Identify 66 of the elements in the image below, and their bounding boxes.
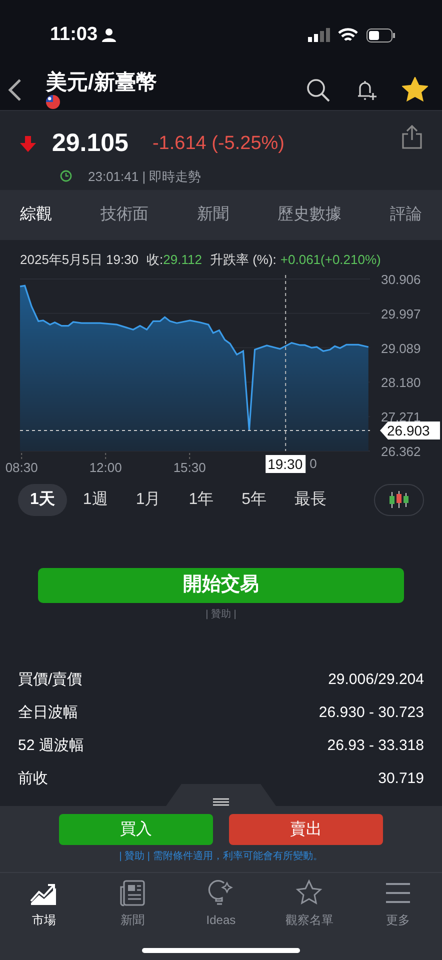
- axis-label: 26.362: [381, 444, 421, 459]
- range-tab[interactable]: 1天: [18, 484, 67, 516]
- tab[interactable]: 技術面: [100, 203, 148, 227]
- tab[interactable]: 歷史數據: [278, 203, 342, 227]
- axis-label: 29.997: [381, 306, 421, 322]
- tab[interactable]: 評論: [390, 203, 422, 227]
- star-icon: [295, 879, 324, 907]
- nav-tab[interactable]: 新聞: [88, 873, 177, 929]
- axis-label: 28.180: [381, 375, 421, 390]
- nav-tab[interactable]: Ideas: [176, 873, 265, 929]
- tab[interactable]: 綜觀: [20, 203, 52, 227]
- change-value: +0.061(+0.210%): [280, 252, 381, 267]
- axis-label: 29.089: [381, 340, 421, 356]
- tab[interactable]: 新聞: [197, 203, 229, 227]
- stat-label: 全日波幅: [18, 703, 78, 724]
- stat-label: 買價/賣價: [18, 670, 82, 690]
- axis-label: 30.906: [381, 275, 421, 287]
- stat-value: 26.930 - 30.723: [318, 703, 424, 724]
- range-tab[interactable]: 1週: [70, 484, 120, 516]
- favorite-star-button[interactable]: [402, 77, 428, 103]
- sponsored-note: | 贊助 |: [206, 608, 236, 622]
- clock-icon: [60, 170, 72, 182]
- quote-time: 23:01:41 | 即時走勢: [88, 168, 202, 186]
- stat-label: 52 週波幅: [18, 736, 84, 756]
- sell-button[interactable]: 賣出: [229, 814, 383, 845]
- chart-type-button[interactable]: [374, 484, 424, 516]
- axis-label: 0: [310, 456, 317, 471]
- back-button[interactable]: [8, 78, 22, 102]
- flag-icon: [46, 94, 60, 109]
- pair-title: 美元/新臺幣: [46, 71, 158, 95]
- stat-value: 29.006/29.204: [328, 670, 424, 690]
- candlestick-icon: [388, 491, 410, 509]
- buy-button[interactable]: 買入: [59, 814, 213, 845]
- search-button[interactable]: [306, 78, 330, 102]
- crosshair-time-label: 19:30: [266, 455, 306, 473]
- axis-label: 08:30: [5, 460, 38, 475]
- nav-tab[interactable]: 更多: [354, 873, 442, 929]
- wifi-icon: [338, 28, 358, 42]
- share-button[interactable]: [402, 125, 422, 150]
- status-time: 11:03: [50, 22, 98, 47]
- lightbulb-icon: [206, 879, 235, 907]
- start-trading-button[interactable]: 開始交易: [38, 568, 404, 603]
- chart-date: 2025年5月5日 19:30: [20, 252, 139, 267]
- range-tab[interactable]: 1月: [124, 484, 173, 516]
- range-tab[interactable]: 最長: [282, 484, 339, 516]
- battery-icon: [366, 28, 396, 42]
- stat-value: 26.93 - 33.318: [327, 736, 424, 756]
- signal-icon: [308, 28, 330, 42]
- close-label: 收:: [146, 252, 164, 267]
- nav-tab[interactable]: 觀察名單: [265, 873, 354, 929]
- price-value: 29.105: [52, 128, 128, 159]
- price-marker-label: 26.903: [380, 422, 440, 440]
- close-value: 29.112: [163, 252, 202, 267]
- axis-label: 12:00: [89, 460, 122, 475]
- axis-label: 15:30: [173, 460, 206, 475]
- nav-tab[interactable]: 市場: [0, 873, 88, 929]
- ref-line-label: 26.903: [387, 422, 430, 439]
- newspaper-icon: [118, 879, 147, 907]
- price-change: -1.614 (-5.25%): [152, 132, 284, 156]
- range-tab[interactable]: 1年: [176, 484, 226, 516]
- disclaimer-text: | 贊助 | 需附條件適用，利率可能會有所變動。: [119, 850, 323, 864]
- person-icon: [102, 28, 116, 42]
- stat-label: 前收: [18, 769, 48, 790]
- range-tab[interactable]: 5年: [230, 484, 279, 516]
- stat-value: 30.719: [378, 769, 424, 790]
- change-label: 升跌率 (%):: [210, 252, 276, 267]
